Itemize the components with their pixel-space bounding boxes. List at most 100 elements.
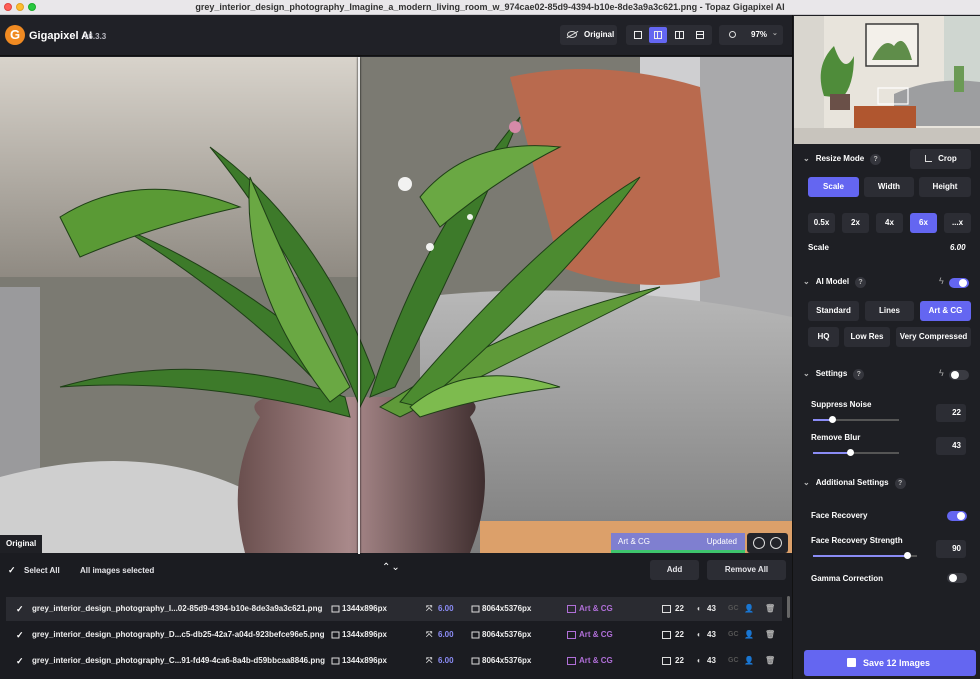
face-recovery-toggle[interactable]: [947, 511, 967, 521]
save-icon: [847, 658, 856, 667]
file-row[interactable]: ✓ grey_interior_design_photography_C...9…: [6, 649, 782, 673]
ai-model-title: AI Model: [815, 277, 850, 286]
face-recovery-strength-slider[interactable]: [813, 552, 917, 559]
face-recovery-strength-input[interactable]: 90: [936, 540, 966, 558]
model-very-compressed-button[interactable]: Very Compressed: [896, 327, 971, 347]
file-name: grey_interior_design_photography_C...91-…: [32, 656, 325, 665]
row-checkbox[interactable]: ✓: [16, 657, 25, 666]
ai-model-auto-toggle[interactable]: [949, 278, 969, 288]
slider-knob[interactable]: [903, 552, 911, 559]
blur-value: 43: [707, 604, 716, 613]
row-checkbox[interactable]: ✓: [16, 605, 25, 614]
suppress-noise-input[interactable]: 22: [936, 404, 966, 422]
single-view-button[interactable]: [629, 27, 647, 43]
slider-knob[interactable]: [846, 449, 854, 456]
resize-mode-title: Resize Mode: [815, 154, 865, 163]
input-size: 1344x896px: [342, 656, 387, 665]
model-art-cg-button[interactable]: Art & CG: [920, 301, 971, 321]
split-divider-handle[interactable]: [358, 57, 360, 554]
trash-icon[interactable]: 🗑: [765, 649, 775, 673]
mode-scale-button[interactable]: Scale: [808, 177, 859, 197]
view-mode-group: [626, 25, 712, 45]
model-icon: [567, 605, 576, 613]
model-hq-button[interactable]: HQ: [808, 327, 839, 347]
collapse-expand-icon[interactable]: ⌃⌄: [382, 562, 401, 573]
model-name: Art & CG: [579, 656, 613, 665]
zoom-dropdown[interactable]: 97% ⌄: [719, 25, 783, 45]
noise-icon: [662, 631, 671, 639]
crop-button[interactable]: Crop: [910, 149, 971, 169]
zoom-icon: [729, 31, 736, 38]
select-all-checkbox[interactable]: ✓: [8, 566, 17, 575]
face-recovery-label: Face Recovery: [811, 511, 868, 520]
blur-icon: ◖: [696, 656, 701, 665]
select-all-label: Select All: [24, 566, 60, 575]
file-name: grey_interior_design_photography_I...02-…: [32, 604, 323, 613]
settings-auto-toggle[interactable]: [949, 370, 969, 380]
scale-value[interactable]: 6.00: [950, 243, 966, 252]
suppress-noise-label: Suppress Noise: [811, 400, 872, 409]
navigator-thumbnail[interactable]: [794, 16, 980, 144]
face-compare-icon[interactable]: [770, 537, 782, 549]
row-checkbox[interactable]: ✓: [16, 631, 25, 640]
preset-0-5x-button[interactable]: 0.5x: [808, 213, 835, 233]
settings-title: Settings: [815, 369, 848, 378]
help-icon[interactable]: ?: [870, 154, 882, 165]
mode-height-button[interactable]: Height: [919, 177, 971, 197]
grid-view-button[interactable]: [691, 27, 709, 43]
output-size: 8064x5376px: [482, 656, 532, 665]
crop-label: Crop: [938, 154, 957, 163]
model-low-res-button[interactable]: Low Res: [844, 327, 890, 347]
resize-mode-header[interactable]: ⌄ Resize Mode?: [803, 154, 882, 165]
model-lines-button[interactable]: Lines: [865, 301, 914, 321]
split-view-button[interactable]: [649, 27, 667, 43]
side-by-side-view-button[interactable]: [670, 27, 688, 43]
chevron-down-icon: ⌄: [772, 30, 778, 37]
input-size-icon: [331, 605, 340, 613]
save-images-button[interactable]: Save 12 Images: [804, 650, 976, 676]
help-icon[interactable]: ?: [894, 478, 906, 489]
preset-custom-button[interactable]: ...x: [944, 213, 971, 233]
window-titlebar: grey_interior_design_photography_Imagine…: [0, 0, 980, 15]
scale-icon: ⤧: [426, 656, 433, 665]
preset-2x-button[interactable]: 2x: [842, 213, 869, 233]
additional-settings-header[interactable]: ⌄ Additional Settings?: [803, 478, 906, 489]
noise-value: 22: [675, 630, 684, 639]
help-icon[interactable]: ?: [853, 369, 865, 380]
eye-off-icon: [567, 31, 577, 38]
show-original-button[interactable]: Original: [560, 25, 617, 45]
slider-fill: [813, 555, 907, 557]
file-row[interactable]: ✓ grey_interior_design_photography_I...0…: [6, 597, 782, 621]
top-toolbar: G Gigapixel AI v6.3.3 Original 97% ⌄: [0, 15, 792, 56]
help-icon[interactable]: ?: [855, 277, 867, 288]
remove-all-button[interactable]: Remove All: [707, 560, 786, 580]
list-scrollbar[interactable]: [787, 596, 790, 618]
gc-badge: GC: [728, 605, 739, 612]
trash-icon[interactable]: 🗑: [765, 597, 775, 621]
slider-knob[interactable]: [828, 416, 836, 423]
ai-model-header[interactable]: ⌄ AI Model?: [803, 277, 867, 288]
gamma-correction-toggle[interactable]: [947, 573, 967, 583]
input-size-icon: [331, 631, 340, 639]
noise-icon: [662, 605, 671, 613]
chevron-down-icon: ⌄: [803, 277, 810, 286]
model-standard-button[interactable]: Standard: [808, 301, 859, 321]
preset-6x-button[interactable]: 6x: [910, 213, 937, 233]
mode-width-button[interactable]: Width: [864, 177, 914, 197]
preview-image: [0, 57, 792, 553]
preset-4x-button[interactable]: 4x: [876, 213, 903, 233]
trash-icon[interactable]: 🗑: [765, 623, 775, 647]
face-icon[interactable]: [753, 537, 765, 549]
remove-blur-slider[interactable]: [813, 449, 899, 456]
input-size-icon: [331, 657, 340, 665]
output-size-icon: [471, 631, 480, 639]
remove-blur-input[interactable]: 43: [936, 437, 966, 455]
input-size: 1344x896px: [342, 630, 387, 639]
image-preview[interactable]: [0, 57, 792, 553]
add-button[interactable]: Add: [650, 560, 699, 580]
app-name: Gigapixel AI: [29, 30, 93, 42]
suppress-noise-slider[interactable]: [813, 416, 899, 423]
file-row[interactable]: ✓ grey_interior_design_photography_D...c…: [6, 623, 782, 647]
settings-header[interactable]: ⌄ Settings?: [803, 369, 865, 380]
gc-badge: GC: [728, 657, 739, 664]
